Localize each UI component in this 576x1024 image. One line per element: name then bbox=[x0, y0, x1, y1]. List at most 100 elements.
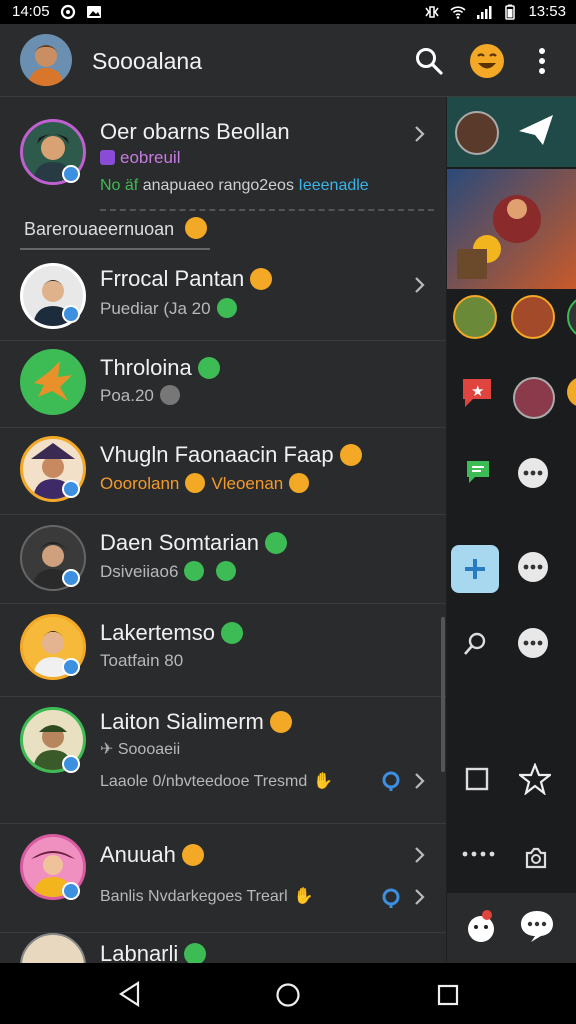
message-icon[interactable] bbox=[465, 459, 491, 485]
hands-emoji-icon: ✋ bbox=[293, 888, 314, 905]
side-bottom-bar bbox=[447, 893, 576, 963]
chat-name: Vhugln Faonaacin Faap bbox=[100, 442, 362, 468]
green-emoji-icon bbox=[184, 561, 205, 581]
signal-icon bbox=[477, 5, 492, 19]
side-emoji-icon bbox=[567, 377, 576, 407]
smiley-emoji-icon bbox=[185, 217, 208, 239]
hands-emoji-icon: ✋ bbox=[313, 773, 334, 790]
scrollbar[interactable] bbox=[441, 617, 445, 772]
story-avatar[interactable] bbox=[511, 295, 555, 339]
side-avatar[interactable] bbox=[455, 111, 499, 155]
add-button[interactable] bbox=[451, 545, 499, 593]
chevron-right-icon[interactable] bbox=[410, 125, 428, 143]
chat-subtitle: ✈ Soooaeii bbox=[100, 741, 181, 758]
profile-tag-text: eobreuil bbox=[120, 148, 181, 167]
green-emoji-icon bbox=[197, 357, 220, 379]
chat-name: Laiton Sialimerm bbox=[100, 709, 292, 735]
vibrate-icon bbox=[425, 5, 440, 18]
chat-row[interactable]: Frrocal Pantan Puediar (Ja 20 bbox=[0, 254, 446, 341]
online-badge bbox=[62, 480, 80, 498]
story-avatar[interactable] bbox=[567, 295, 576, 339]
side-contact-avatar[interactable] bbox=[513, 377, 555, 419]
game-banner-image[interactable] bbox=[447, 169, 576, 289]
status-left-text: 14:05 bbox=[12, 3, 50, 20]
status-green-text: No äf bbox=[100, 177, 139, 194]
send-icon[interactable] bbox=[517, 113, 555, 147]
photo-icon bbox=[86, 5, 101, 18]
unread-indicator-icon bbox=[382, 771, 400, 791]
chat-row[interactable]: Laiton Sialimerm ✈ Soooaeii Laaole 0/nbv… bbox=[0, 697, 446, 824]
smiley-emoji-icon bbox=[250, 268, 273, 290]
chevron-right-icon[interactable] bbox=[410, 276, 428, 294]
online-badge bbox=[62, 882, 80, 900]
chat-preview: Banlis Nvdarkegoes Trearl ✋ bbox=[100, 888, 314, 905]
more-horizontal-icon[interactable] bbox=[517, 627, 549, 659]
section-header: Barerouaeernuoan bbox=[0, 210, 446, 250]
app-title: Soooalana bbox=[92, 48, 202, 74]
chat-avatar bbox=[20, 349, 86, 415]
chat-name: Frrocal Pantan bbox=[100, 266, 273, 292]
status-time: 13:53 bbox=[528, 3, 566, 20]
green-emoji-icon bbox=[216, 298, 237, 318]
unread-indicator-icon bbox=[382, 888, 400, 908]
profile-row[interactable]: Oer obarns Beollan eobreuil No äf anapua… bbox=[0, 97, 446, 211]
chat-name: Lakertemso bbox=[100, 620, 243, 646]
status-link[interactable]: Ieeenadle bbox=[298, 177, 368, 194]
chat-subtitle: Ooorolann Vleoenan bbox=[100, 473, 310, 494]
chat-row[interactable]: Lakertemso Toatfain 80 bbox=[0, 604, 446, 697]
chat-row[interactable]: Labnarli bbox=[0, 933, 446, 963]
chat-name: Labnarli bbox=[100, 941, 207, 963]
battery-icon bbox=[505, 4, 516, 20]
green-emoji-icon bbox=[216, 561, 237, 581]
online-badge bbox=[62, 305, 80, 323]
online-badge bbox=[62, 755, 80, 773]
section-header-text: Barerouaeernuoan bbox=[24, 217, 208, 240]
profile-name: Oer obarns Beollan bbox=[100, 119, 290, 144]
recents-icon[interactable] bbox=[437, 984, 459, 1006]
chat-row[interactable]: Vhugln Faonaacin Faap Ooorolann Vleoenan bbox=[0, 428, 446, 515]
purple-shield-icon bbox=[100, 150, 115, 165]
verified-badge bbox=[62, 165, 80, 183]
chat-list: Oer obarns Beollan eobreuil No äf anapua… bbox=[0, 97, 446, 963]
plane-icon: ✈ bbox=[100, 741, 118, 758]
chevron-right-icon[interactable] bbox=[410, 846, 428, 864]
user-avatar[interactable] bbox=[20, 34, 72, 86]
checkbox-icon[interactable] bbox=[465, 767, 489, 791]
more-dots-icon[interactable] bbox=[461, 849, 495, 859]
green-emoji-icon bbox=[220, 622, 243, 644]
chat-subtitle: Poa.20 bbox=[100, 385, 180, 406]
more-horizontal-icon[interactable] bbox=[517, 551, 549, 583]
star-chat-icon[interactable]: ★ bbox=[459, 375, 499, 409]
emoji-icon bbox=[181, 844, 204, 866]
online-badge bbox=[62, 569, 80, 587]
chat-bubble-icon[interactable] bbox=[519, 909, 555, 943]
smiley-emoji-icon bbox=[269, 711, 292, 733]
chevron-right-icon[interactable] bbox=[410, 772, 428, 790]
green-emoji-icon bbox=[184, 943, 207, 963]
chat-row[interactable]: Anuuah Banlis Nvdarkegoes Trearl ✋ bbox=[0, 824, 446, 933]
mascot-icon[interactable] bbox=[465, 909, 497, 943]
more-vertical-icon[interactable] bbox=[532, 44, 552, 78]
search-icon[interactable] bbox=[463, 631, 487, 657]
chat-row[interactable]: Daen Somtarian Dsiveiiao6 bbox=[0, 515, 446, 604]
chat-subtitle: Dsiveiiao6 bbox=[100, 561, 237, 582]
chevron-right-icon[interactable] bbox=[410, 888, 428, 906]
more-horizontal-icon[interactable] bbox=[517, 457, 549, 489]
system-nav-bar bbox=[0, 963, 576, 1024]
smiley-emoji-icon[interactable] bbox=[468, 42, 506, 80]
emoji-icon bbox=[289, 473, 310, 493]
back-icon[interactable] bbox=[118, 981, 142, 1007]
side-panel: ★ bbox=[447, 97, 576, 963]
status-rest-text: anapuaeo rango2eos bbox=[142, 177, 294, 194]
green-emoji-icon bbox=[264, 532, 287, 554]
story-avatar[interactable] bbox=[453, 295, 497, 339]
home-icon[interactable] bbox=[275, 982, 301, 1008]
camera-icon[interactable] bbox=[523, 845, 549, 871]
star-icon[interactable] bbox=[519, 763, 551, 795]
svg-text:★: ★ bbox=[471, 382, 484, 400]
chat-row[interactable]: Throloina Poa.20 bbox=[0, 341, 446, 428]
status-bar: 14:05 13:53 bbox=[0, 0, 576, 24]
chat-preview: Laaole 0/nbvteedooe Tresmd ✋ bbox=[100, 773, 334, 790]
chat-name: Daen Somtarian bbox=[100, 530, 287, 556]
search-icon[interactable] bbox=[414, 46, 444, 76]
